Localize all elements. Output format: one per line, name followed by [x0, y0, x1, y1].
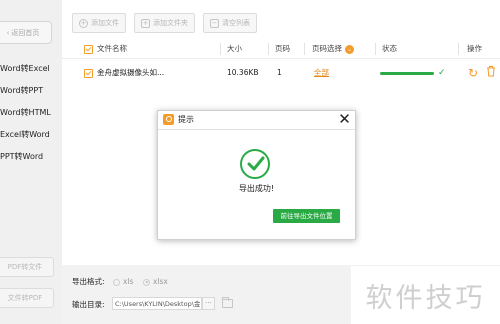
col-name-header: 文件名称	[97, 44, 127, 53]
status-check-icon: ✓	[438, 68, 446, 78]
watermark: 软件技巧	[351, 266, 500, 324]
format-xls-option[interactable]: xls	[113, 277, 133, 286]
delete-icon[interactable]	[486, 62, 496, 84]
format-xls-label: xls	[123, 277, 134, 286]
col-actions-header: 操作	[467, 44, 482, 53]
toolbar: + 添加文件 + 添加文件夹 − 清空列表	[72, 13, 257, 33]
col-status-header: 状态	[382, 44, 397, 53]
sidebar-item-word-to-excel[interactable]: Word转Excel	[0, 63, 62, 74]
pdf-to-file-button[interactable]: PDF转文件	[0, 257, 54, 277]
plus-circle-icon: +	[79, 18, 88, 28]
dialog-message: 导出成功!	[238, 184, 275, 193]
col-pages-header: 页码	[275, 44, 290, 53]
add-folder-label: 添加文件夹	[153, 19, 188, 27]
dialog-header: 提示 ✕	[158, 111, 355, 130]
back-home-label: 返回首页	[11, 28, 40, 37]
table-header: 文件名称 大小 页码 页码选择 ⌄ 状态 操作	[62, 40, 500, 59]
app-logo-icon	[163, 114, 174, 125]
select-all-checkbox[interactable]	[84, 40, 93, 58]
dialog-title: 提示	[178, 115, 194, 124]
back-home-button[interactable]: ‹ 返回首页	[0, 21, 52, 44]
col-page-select-header: 页码选择 ⌄	[312, 40, 354, 58]
row-checkbox[interactable]	[84, 62, 93, 84]
clear-list-label: 清空列表	[222, 19, 250, 27]
file-to-pdf-button[interactable]: 文件转PDF	[0, 288, 54, 308]
folder-add-icon: +	[141, 18, 150, 28]
file-name: 金舟虚拟摄像头如...	[97, 68, 165, 77]
back-arrow-icon: ‹	[6, 28, 10, 37]
clear-list-button[interactable]: − 清空列表	[203, 13, 257, 33]
refresh-icon[interactable]: ↻	[468, 62, 478, 84]
export-success-dialog: 提示 ✕ 导出成功! 前往导出文件位置	[157, 110, 356, 240]
table-row: 金舟虚拟摄像头如... 10.36KB 1 全部 ✓ ↻	[62, 62, 500, 84]
format-xlsx-option[interactable]: xlsx	[143, 277, 168, 286]
col-size-header: 大小	[227, 44, 242, 53]
add-folder-button[interactable]: + 添加文件夹	[134, 13, 195, 33]
export-format-label: 导出格式:	[72, 277, 105, 286]
sidebar-item-excel-to-word[interactable]: Excel转Word	[0, 129, 62, 140]
check-circle-icon	[240, 149, 270, 179]
add-file-label: 添加文件	[91, 19, 119, 27]
close-icon[interactable]: ✕	[337, 112, 352, 127]
folder-icon[interactable]	[222, 297, 233, 308]
file-size: 10.36KB	[227, 68, 259, 77]
progress-bar	[380, 72, 434, 75]
file-pages: 1	[277, 68, 282, 77]
sidebar-item-ppt-to-word[interactable]: PPT转Word	[0, 151, 62, 162]
chevron-down-icon[interactable]: ⌄	[345, 44, 354, 54]
output-dir-label: 输出目录:	[72, 300, 105, 309]
format-xlsx-label: xlsx	[153, 277, 168, 286]
sidebar: ‹ 返回首页 Word转Excel Word转PPT Word转HTML Exc…	[0, 0, 62, 324]
page-select-header-label: 页码选择	[312, 44, 342, 53]
add-file-button[interactable]: + 添加文件	[72, 13, 126, 33]
sidebar-item-word-to-html[interactable]: Word转HTML	[0, 107, 62, 118]
output-dir-input[interactable]: C:\Users\KYLIN\Desktop\金	[112, 297, 202, 310]
progress-fill	[380, 72, 434, 75]
open-export-location-button[interactable]: 前往导出文件位置	[273, 209, 340, 223]
more-button[interactable]: ···	[202, 297, 215, 310]
trash-icon: −	[210, 18, 219, 28]
page-select-link[interactable]: 全部	[314, 62, 329, 84]
sidebar-item-word-to-ppt[interactable]: Word转PPT	[0, 85, 62, 96]
